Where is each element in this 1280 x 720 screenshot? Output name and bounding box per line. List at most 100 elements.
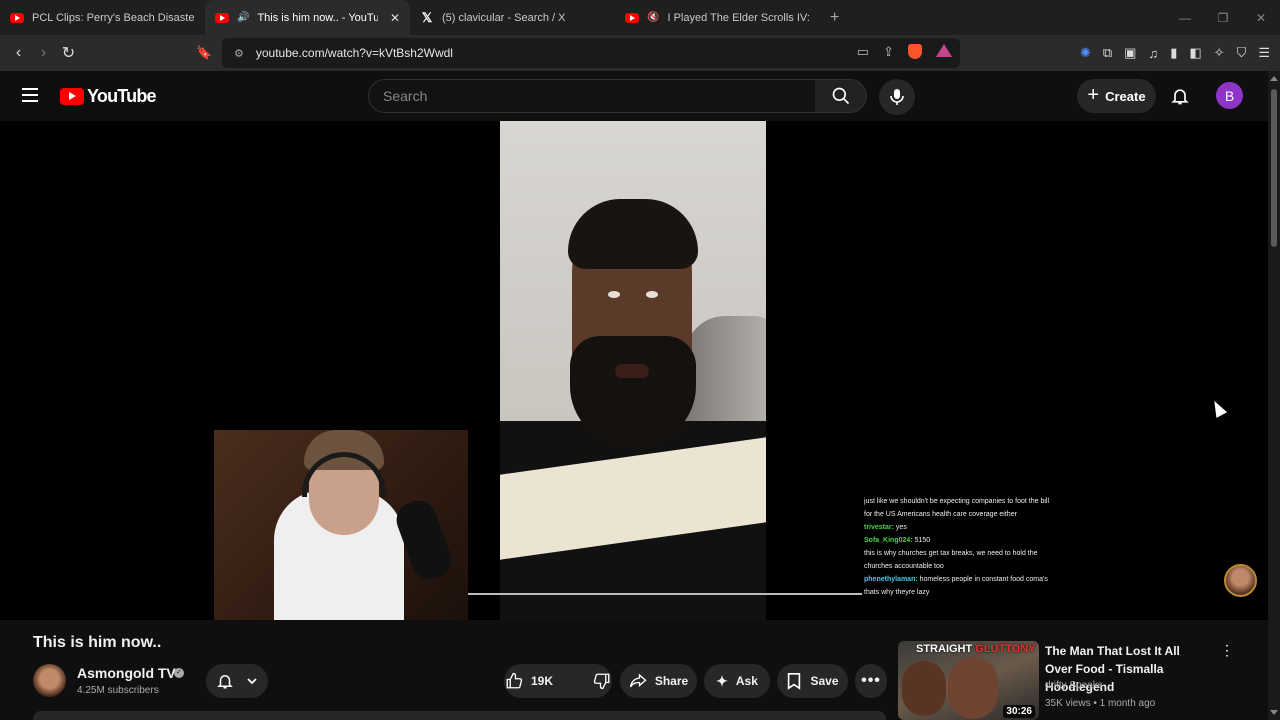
description-box[interactable]: [33, 711, 886, 720]
scrollbar-thumb[interactable]: [1271, 89, 1277, 247]
create-button[interactable]: + Create: [1077, 79, 1156, 113]
minimize-icon[interactable]: —: [1166, 11, 1204, 25]
chat-text: this is why churches get tax breaks, we …: [864, 550, 1038, 570]
video-duration: 30:26: [1003, 705, 1035, 718]
screenshot-icon[interactable]: ▣: [1124, 45, 1136, 61]
site-settings-icon[interactable]: ⚙: [234, 47, 244, 60]
youtube-play-icon: [60, 88, 84, 105]
extension-icons: ✺ ⧉ ▣ ♫ ▮ ◧ ✧ ⛉ ☰: [1080, 35, 1270, 71]
search-box[interactable]: [368, 79, 816, 113]
restore-icon[interactable]: ❐: [1204, 11, 1242, 25]
like-button[interactable]: 19K: [493, 664, 565, 698]
ask-button[interactable]: ✦ Ask: [704, 664, 770, 698]
eye: [608, 291, 620, 298]
youtube-wordmark: YouTube: [87, 86, 157, 106]
chat-message: Sofa_King024: 5150: [864, 534, 1050, 547]
tab-title: I Played The Elder Scrolls IV: Obli: [667, 11, 810, 24]
close-window-icon[interactable]: ✕: [1242, 11, 1280, 25]
create-label: Create: [1105, 88, 1146, 104]
save-button[interactable]: Save: [777, 664, 848, 698]
thumbnail-text-red: GLUTTONY: [975, 643, 1036, 655]
voice-search-button[interactable]: [879, 79, 915, 115]
chevron-down-icon: [247, 678, 257, 685]
search-input[interactable]: [383, 88, 815, 104]
like-dislike-group: 19K: [504, 664, 612, 698]
guide-menu-icon[interactable]: [22, 88, 38, 102]
video-player[interactable]: just like we shouldn't be expecting comp…: [0, 121, 1268, 620]
youtube-icon: [10, 12, 24, 23]
menu-icon[interactable]: ☰: [1258, 45, 1270, 61]
subscription-notifications-button[interactable]: [206, 664, 268, 698]
search-button[interactable]: [815, 79, 867, 113]
scroll-up-icon[interactable]: [1270, 76, 1278, 81]
bell-icon: [1171, 89, 1189, 105]
search-icon: [832, 87, 849, 105]
thumbs-down-icon: [593, 673, 610, 690]
save-label: Save: [810, 674, 839, 688]
chat-message: this is why churches get tax breaks, we …: [864, 547, 1050, 573]
reload-icon[interactable]: ↻: [56, 43, 81, 63]
more-actions-button[interactable]: •••: [855, 664, 887, 698]
new-tab-button[interactable]: +: [830, 9, 839, 27]
forward-icon[interactable]: ›: [31, 44, 56, 62]
address-bar[interactable]: ⚙ youtube.com/watch?v=kVtBsh2Wwdl ▭ ⇪: [222, 38, 960, 68]
share-label: Share: [654, 674, 689, 688]
video-progress-bar[interactable]: [468, 593, 862, 595]
browser-tab[interactable]: PCL Clips: Perry's Beach Disaster - Yo: [0, 0, 205, 35]
sidebar-icon[interactable]: ▮: [1170, 45, 1177, 61]
chat-username: phenethylaman:: [864, 576, 918, 583]
thumbnail-face: [948, 657, 998, 719]
cast-icon[interactable]: ▭: [857, 44, 869, 60]
channel-watermark-avatar[interactable]: [1224, 564, 1257, 597]
wallet-icon[interactable]: ◧: [1189, 45, 1201, 61]
chat-text: just like we shouldn't be expecting comp…: [864, 498, 1050, 518]
bell-icon: [217, 675, 233, 689]
youtube-logo[interactable]: YouTube: [60, 86, 157, 107]
speaker-icon[interactable]: 🔊: [237, 12, 249, 23]
recommended-video-channel[interactable]: drifty Speaks: [1045, 680, 1103, 691]
vpn-icon[interactable]: ⛉: [1237, 45, 1247, 61]
dislike-button[interactable]: [581, 664, 623, 698]
chat-message: just like we shouldn't be expecting comp…: [864, 495, 1050, 521]
account-avatar[interactable]: B: [1216, 82, 1243, 109]
chat-username: trivestar:: [864, 524, 894, 531]
sparkle-icon: ✦: [716, 672, 728, 689]
leo-ai-icon[interactable]: ✧: [1214, 45, 1225, 61]
notifications-button[interactable]: [1170, 86, 1190, 111]
bookmark-icon[interactable]: 🔖: [196, 45, 212, 61]
chat-message: phenethylaman: homeless people in consta…: [864, 573, 1050, 599]
subscriber-count: 4.25M subscribers: [77, 685, 159, 696]
ask-label: Ask: [735, 674, 758, 688]
page-scrollbar[interactable]: [1268, 71, 1280, 720]
extension-icon[interactable]: ✺: [1080, 45, 1091, 61]
share-page-icon[interactable]: ⇪: [883, 44, 894, 60]
browser-tab[interactable]: 𝕏 (5) clavicular - Search / X: [410, 0, 615, 35]
back-icon[interactable]: ‹: [6, 44, 31, 62]
browser-toolbar: ‹ › ↻ 🔖 ⚙ youtube.com/watch?v=kVtBsh2Wwd…: [0, 35, 1280, 71]
browser-tab-active[interactable]: 🔊 This is him now.. - YouTube ✕: [205, 0, 410, 35]
streamer-webcam-overlay: [214, 430, 468, 620]
stream-chat-overlay: just like we shouldn't be expecting comp…: [862, 489, 1052, 620]
thumbs-up-icon: [506, 672, 523, 689]
verified-badge-icon: ✓: [174, 668, 184, 678]
chat-text: 5150: [914, 537, 931, 544]
puzzle-icon[interactable]: ⧉: [1103, 45, 1112, 61]
chat-message: trivestar: yes: [864, 521, 1050, 534]
music-icon[interactable]: ♫: [1148, 46, 1158, 61]
muted-speaker-icon[interactable]: 🔇: [647, 12, 659, 23]
video-title: This is him now..: [33, 634, 162, 651]
youtube-icon: [215, 12, 229, 23]
scroll-down-icon[interactable]: [1270, 710, 1278, 715]
browser-tab[interactable]: 🔇 I Played The Elder Scrolls IV: Obli: [615, 0, 820, 35]
brave-shields-icon[interactable]: [908, 44, 922, 59]
chat-text: yes: [895, 524, 907, 531]
more-vertical-icon[interactable]: ⋮: [1220, 642, 1234, 659]
channel-name[interactable]: Asmongold TV: [77, 665, 176, 681]
channel-avatar[interactable]: [33, 664, 66, 697]
mouse-cursor-icon: [1208, 398, 1228, 418]
microphone-icon: [890, 89, 904, 105]
brave-rewards-icon[interactable]: [936, 44, 952, 57]
close-tab-icon[interactable]: ✕: [390, 11, 400, 25]
share-button[interactable]: Share: [620, 664, 697, 698]
recommended-video-thumbnail[interactable]: STRAIGHT GLUTTONY 30:26: [898, 641, 1039, 720]
